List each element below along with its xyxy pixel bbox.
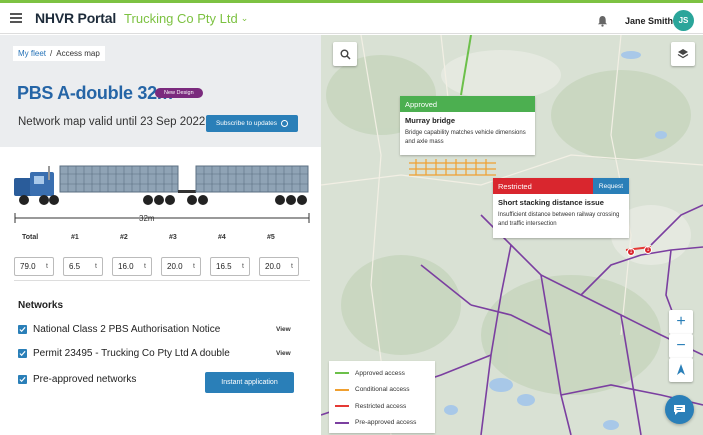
unit-label: t [95, 263, 97, 270]
axle-mass-2[interactable]: 16.0 t [112, 257, 152, 276]
map-legend: Approved access Conditional access Restr… [329, 361, 435, 433]
chevron-down-icon: ⌄ [240, 12, 249, 23]
axle-header-2: #2 [120, 234, 128, 241]
breadcrumb-my-fleet[interactable]: My fleet [18, 49, 46, 58]
popup-status: Approved [400, 96, 535, 112]
checkbox-icon[interactable] [18, 349, 27, 358]
restriction-pin[interactable]: 1 [644, 246, 652, 254]
legend-item: Pre-approved access [335, 415, 429, 432]
unit-label: t [193, 263, 195, 270]
networks-heading: Networks [18, 300, 64, 311]
unit-label: t [46, 263, 48, 270]
validity-text: Network map valid until 23 Sep 2022 [18, 116, 206, 128]
network-item-preapproved[interactable]: Pre-approved networks [18, 374, 136, 385]
refresh-icon [281, 120, 289, 127]
divider [14, 280, 310, 281]
unit-label: t [291, 263, 293, 270]
axle-mass-total[interactable]: 79.0 t [14, 257, 54, 276]
breadcrumb-separator: / [50, 49, 53, 58]
legend-swatch [335, 372, 349, 375]
legend-label: Approved access [355, 369, 405, 377]
layers-icon [677, 49, 689, 59]
search-icon [340, 49, 351, 60]
unit-label: t [144, 263, 146, 270]
legend-item: Restricted access [335, 398, 429, 415]
bell-icon[interactable] [597, 15, 608, 27]
checkbox-icon[interactable] [18, 375, 27, 384]
legend-label: Pre-approved access [355, 419, 417, 427]
length-dimension-line [14, 213, 310, 223]
axle-header-5: #5 [267, 234, 275, 241]
length-label: 32m [139, 214, 155, 223]
legend-label: Restricted access [355, 402, 407, 410]
legend-item: Approved access [335, 365, 429, 382]
map-layers-button[interactable] [671, 42, 695, 66]
instant-application-button[interactable]: Instant application [205, 372, 294, 393]
subscribe-button[interactable]: Subscribe to updates [206, 115, 298, 132]
subscribe-label: Subscribe to updates [215, 120, 278, 127]
axle-mass-5[interactable]: 20.0 t [259, 257, 299, 276]
vehicle-header: My fleet / Access map PBS A-double 32m N… [0, 35, 321, 147]
legend-swatch [335, 405, 349, 408]
map-search-button[interactable] [333, 42, 357, 66]
axle-header-1: #1 [71, 234, 79, 241]
chat-button[interactable] [665, 395, 694, 424]
network-item-class2[interactable]: National Class 2 PBS Authorisation Notic… [18, 324, 220, 335]
axle-mass-3[interactable]: 20.0 t [161, 257, 201, 276]
legend-label: Conditional access [355, 386, 410, 394]
company-selector[interactable]: Trucking Co Pty Ltd ⌄ [124, 11, 248, 26]
chat-icon [674, 404, 685, 415]
approved-popup[interactable]: Approved Murray bridge Bridge capability… [400, 96, 535, 155]
zoom-out-button[interactable]: − [669, 334, 693, 358]
breadcrumb-current: Access map [56, 49, 100, 58]
breadcrumb: My fleet / Access map [13, 46, 105, 61]
axle-header-4: #4 [218, 234, 226, 241]
popup-title: Short stacking distance issue [498, 198, 604, 207]
compass-icon [677, 364, 685, 375]
company-name: Trucking Co Pty Ltd [124, 10, 238, 26]
axle-mass-4[interactable]: 16.5 t [210, 257, 250, 276]
top-bar: NHVR Portal Trucking Co Pty Ltd ⌄ Jane S… [0, 0, 703, 34]
network-label: National Class 2 PBS Authorisation Notic… [33, 324, 221, 335]
app-name[interactable]: NHVR Portal [35, 10, 116, 26]
axle-header-total: Total [22, 234, 39, 241]
compass-button[interactable] [669, 358, 693, 382]
vehicle-illustration [14, 165, 309, 205]
avatar[interactable]: JS [673, 10, 694, 31]
axle-mass-value: 6.5 [69, 262, 81, 271]
menu-icon[interactable] [10, 13, 22, 23]
popup-title: Murray bridge [405, 116, 456, 125]
popup-body: Insufficient distance between railway cr… [498, 212, 620, 227]
axle-mass-1[interactable]: 6.5 t [63, 257, 103, 276]
legend-swatch [335, 388, 349, 391]
status-badge: New Design [155, 88, 203, 98]
zoom-in-button[interactable]: + [669, 310, 693, 334]
network-label: Pre-approved networks [33, 374, 137, 385]
request-button[interactable]: Request [593, 178, 629, 194]
restricted-popup[interactable]: Restricted Request Short stacking distan… [493, 178, 629, 238]
access-map[interactable]: · Approved Murray bridge Bridge capabili… [321, 35, 703, 435]
axle-mass-value: 20.0 [265, 262, 281, 271]
network-item-permit[interactable]: Permit 23495 - Trucking Co Pty Ltd A dou… [18, 348, 230, 359]
axle-mass-value: 20.0 [167, 262, 183, 271]
unit-label: t [242, 263, 244, 270]
popup-body: Bridge capability matches vehicle dimens… [405, 130, 526, 145]
axle-mass-value: 16.0 [118, 262, 134, 271]
user-name[interactable]: Jane Smith [625, 16, 673, 26]
axle-header-3: #3 [169, 234, 177, 241]
checkbox-icon[interactable] [18, 325, 27, 334]
view-button[interactable]: View [276, 326, 291, 333]
page-title: PBS A-double 32m [17, 83, 173, 103]
network-label: Permit 23495 - Trucking Co Pty Ltd A dou… [33, 348, 230, 359]
legend-swatch [335, 421, 349, 424]
view-button[interactable]: View [276, 350, 291, 357]
axle-mass-value: 79.0 [20, 262, 36, 271]
vehicle-panel: My fleet / Access map PBS A-double 32m N… [0, 35, 321, 435]
legend-item: Conditional access [335, 382, 429, 399]
axle-mass-value: 16.5 [216, 262, 232, 271]
restriction-pin[interactable]: 1 [627, 248, 635, 256]
